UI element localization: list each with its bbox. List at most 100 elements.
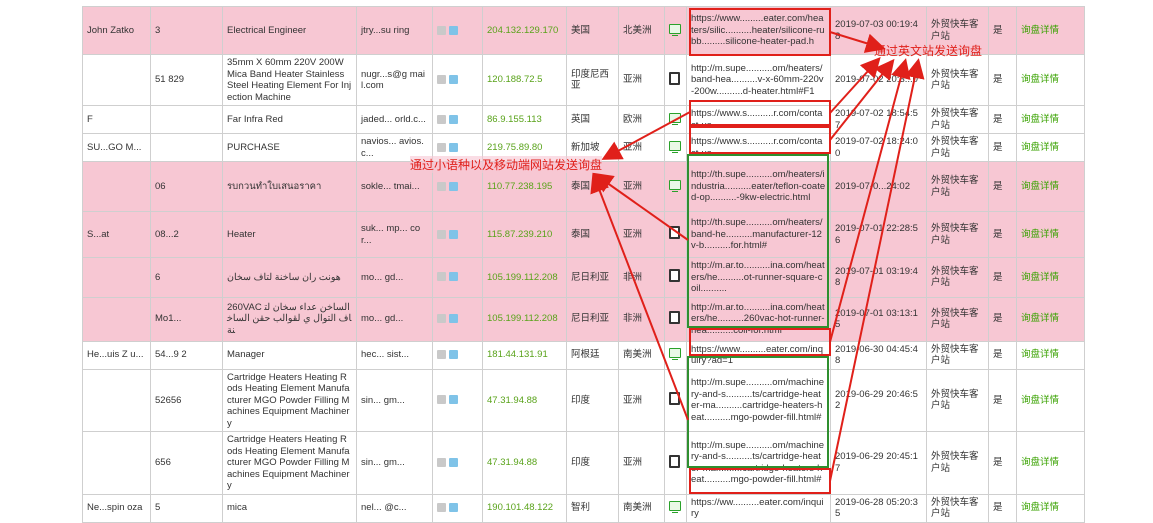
region-cell: 北美洲: [618, 6, 665, 55]
name-cell: [82, 161, 151, 212]
device-cell: [664, 133, 687, 162]
social-cell: [432, 431, 483, 495]
phone-cell: 54...9 2: [150, 340, 223, 370]
country-cell: 印度尼西亚: [566, 54, 619, 106]
phone-cell: 52656: [150, 368, 223, 432]
title-cell: รบกวนทำใบเสนอราคา: [222, 161, 357, 212]
type-cell: 外贸快车客户站: [926, 54, 989, 106]
device-cell: [664, 54, 687, 106]
url-cell[interactable]: https://www..........eater.com/inquiry?a…: [686, 340, 831, 370]
phone-cell: Mo1...: [150, 296, 223, 342]
table-row: F Far Infra Red jaded... orld.c... 86.9.155…: [82, 105, 1085, 134]
name-cell: Ne...spin oza: [82, 493, 151, 523]
country-cell: 印度: [566, 431, 619, 495]
action-cell[interactable]: 询盘详情: [1016, 133, 1085, 162]
region-cell: 亚洲: [618, 211, 665, 258]
type-cell: 外贸快车客户站: [926, 161, 989, 212]
email-cell: mo... gd...: [356, 257, 433, 298]
twitter-icon[interactable]: [449, 75, 458, 85]
country-cell: 泰国: [566, 211, 619, 258]
table-row: 52656 Cartridge Heaters Heating Rods Heat…: [82, 368, 1085, 432]
twitter-icon[interactable]: [449, 181, 458, 191]
email-cell: sin... gm...: [356, 368, 433, 432]
title-cell: Manager: [222, 340, 357, 370]
email-cell: sin... gm...: [356, 431, 433, 495]
action-cell[interactable]: 询盘详情: [1016, 368, 1085, 432]
twitter-icon[interactable]: [449, 350, 458, 360]
twitter-icon[interactable]: [449, 142, 458, 152]
flag-cell: 是: [988, 6, 1017, 55]
time-cell: 2019-07-02 18:24:00: [830, 133, 927, 162]
facebook-icon[interactable]: [437, 75, 446, 85]
action-cell[interactable]: 询盘详情: [1016, 493, 1085, 523]
url-cell[interactable]: https://www.........eater.com/heaters/si…: [686, 6, 831, 55]
action-cell[interactable]: 询盘详情: [1016, 105, 1085, 134]
flag-cell: 是: [988, 431, 1017, 495]
facebook-icon[interactable]: [437, 229, 446, 239]
url-cell[interactable]: https://www.s..........r.com/contact-us: [686, 133, 831, 162]
twitter-icon[interactable]: [449, 229, 458, 239]
ip-cell: 190.101.48.122: [482, 493, 567, 523]
action-cell[interactable]: 询盘详情: [1016, 6, 1085, 55]
twitter-icon[interactable]: [449, 25, 458, 35]
facebook-icon[interactable]: [437, 350, 446, 360]
url-cell[interactable]: http://m.supe..........om/machinery-and-…: [686, 431, 831, 495]
twitter-icon[interactable]: [449, 457, 458, 467]
url-cell[interactable]: https://www.s..........r.com/contact-us: [686, 105, 831, 134]
facebook-icon[interactable]: [437, 314, 446, 324]
name-cell: [82, 257, 151, 298]
name-cell: [82, 431, 151, 495]
facebook-icon[interactable]: [437, 181, 446, 191]
facebook-icon[interactable]: [437, 272, 446, 282]
action-cell[interactable]: 询盘详情: [1016, 257, 1085, 298]
social-cell: [432, 105, 483, 134]
twitter-icon[interactable]: [449, 114, 458, 124]
country-cell: 美国: [566, 6, 619, 55]
action-cell[interactable]: 询盘详情: [1016, 431, 1085, 495]
action-cell[interactable]: 询盘详情: [1016, 161, 1085, 212]
twitter-icon[interactable]: [449, 395, 458, 405]
url-cell[interactable]: https://ww..........eater.com/inquiry: [686, 493, 831, 523]
twitter-icon[interactable]: [449, 314, 458, 324]
facebook-icon[interactable]: [437, 395, 446, 405]
region-cell: 亚洲: [618, 133, 665, 162]
flag-cell: 是: [988, 54, 1017, 106]
url-cell[interactable]: http://m.ar.to..........ina.com/heaters/…: [686, 296, 831, 342]
facebook-icon[interactable]: [437, 457, 446, 467]
time-cell: 2019-07-01 03:19:48: [830, 257, 927, 298]
device-cell: [664, 161, 687, 212]
email-cell: mo... gd...: [356, 296, 433, 342]
facebook-icon[interactable]: [437, 114, 446, 124]
flag-cell: 是: [988, 340, 1017, 370]
email-cell: jtry...su ring: [356, 6, 433, 55]
url-cell[interactable]: http://m.supe..........om/heaters/band-h…: [686, 54, 831, 106]
time-cell: 2019-07-02 18:54:57: [830, 105, 927, 134]
url-cell[interactable]: http://th.supe..........om/heaters/indus…: [686, 161, 831, 212]
facebook-icon[interactable]: [437, 503, 446, 513]
region-cell: 亚洲: [618, 161, 665, 212]
url-cell[interactable]: http://th.supe..........om/heaters/band-…: [686, 211, 831, 258]
action-cell[interactable]: 询盘详情: [1016, 211, 1085, 258]
region-cell: 南美洲: [618, 340, 665, 370]
action-cell[interactable]: 询盘详情: [1016, 54, 1085, 106]
action-cell[interactable]: 询盘详情: [1016, 296, 1085, 342]
email-cell: nugr...s@g mail.com: [356, 54, 433, 106]
minor-mobile-site-label: 通过小语种以及移动端网站发送询盘: [410, 156, 603, 173]
english-site-label: 通过英文站发送询盘: [874, 44, 983, 58]
desktop-icon: [669, 140, 681, 153]
twitter-icon[interactable]: [449, 503, 458, 513]
action-cell[interactable]: 询盘详情: [1016, 340, 1085, 370]
social-cell: [432, 257, 483, 298]
twitter-icon[interactable]: [449, 272, 458, 282]
table-row: Mo1... 260VAC الساخن عداء سخان لتاف التوا…: [82, 296, 1085, 342]
name-cell: He...uis Z u...: [82, 340, 151, 370]
type-cell: 外贸快车客户站: [926, 368, 989, 432]
url-cell[interactable]: http://m.ar.to..........ina.com/heaters/…: [686, 257, 831, 298]
url-cell[interactable]: http://m.supe..........om/machinery-and-…: [686, 368, 831, 432]
facebook-icon[interactable]: [437, 142, 446, 152]
desktop-icon: [669, 23, 681, 36]
device-cell: [664, 6, 687, 55]
facebook-icon[interactable]: [437, 25, 446, 35]
mobile-icon: [669, 71, 680, 85]
device-cell: [664, 257, 687, 298]
